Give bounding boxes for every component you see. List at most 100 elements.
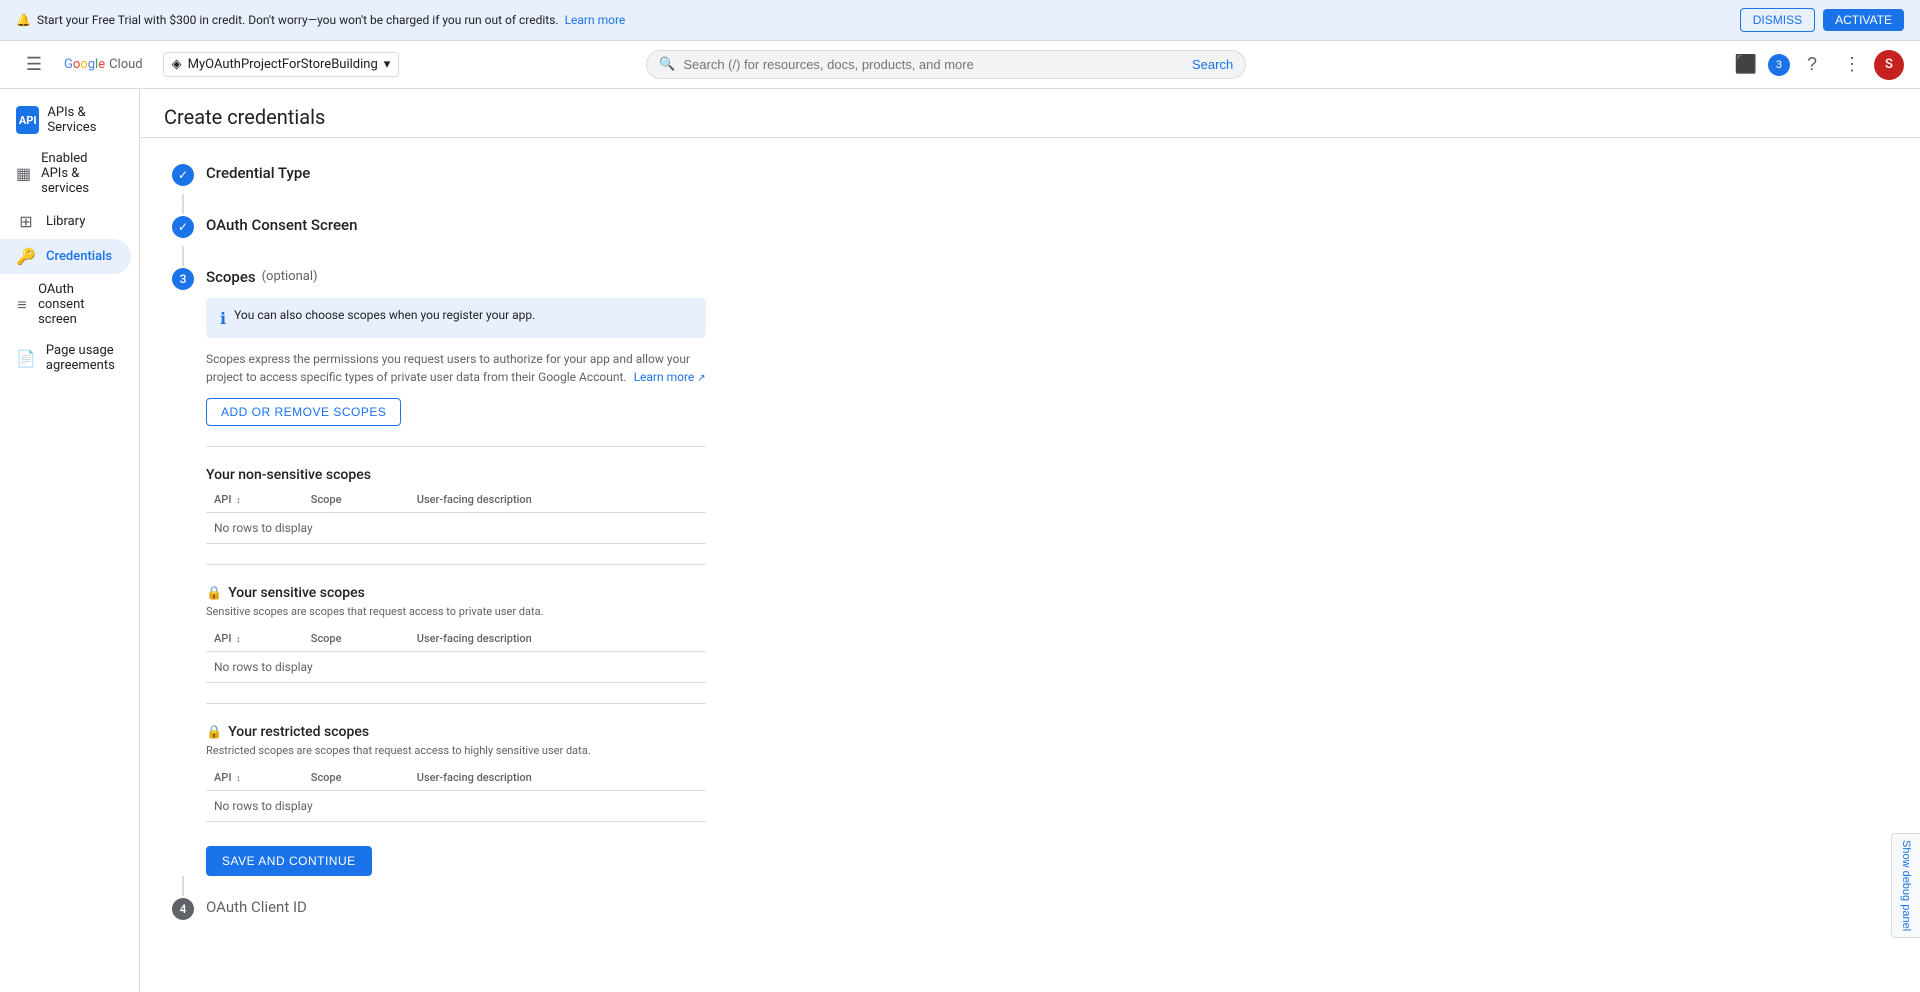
sidebar-item-library[interactable]: ⊞ Library [0,204,131,239]
activate-button[interactable]: ACTIVATE [1823,9,1904,31]
lock-icon-1: 🔒 [206,586,222,601]
step3-title: Scopes [206,268,256,286]
project-selector[interactable]: ◈ MyOAuthProjectForStoreBuilding ▾ [163,52,400,77]
app-layout: API APIs & Services ▦ Enabled APIs & ser… [0,89,1920,992]
col-scope-3: Scope [303,765,409,791]
sidebar-api-label: API APIs & Services [0,97,139,143]
scopes-description: Scopes express the permissions you reque… [206,350,706,386]
search-button-label: Search [1192,57,1233,72]
sensitive-description: Sensitive scopes are scopes that request… [206,605,706,618]
table-row-empty-2: No rows to display [206,652,706,683]
sidebar-item-label-enabled: Enabled APIs & services [41,151,115,196]
sort-api-icon-3[interactable]: ↕ [236,774,241,784]
table-row-empty-3: No rows to display [206,791,706,822]
table-row-empty: No rows to display [206,513,706,544]
no-rows-text-2: No rows to display [206,652,706,683]
more-options-button[interactable]: ⋮ [1834,47,1870,83]
save-continue-button[interactable]: SAVE AND CONTINUE [206,846,372,876]
step3-circle: 3 [172,268,194,290]
sidebar-item-credentials[interactable]: 🔑 Credentials [0,239,131,274]
search-bar: 🔍 Search [646,50,1246,79]
step4-circle: 4 [172,898,194,920]
library-icon: ⊞ [16,212,36,231]
top-banner: 🔔 Start your Free Trial with $300 in cre… [0,0,1920,41]
col-api-3: API ↕ [206,765,303,791]
debug-panel-toggle[interactable]: Show debug panel [1891,833,1920,938]
info-icon: ℹ [220,309,226,328]
notifications-badge[interactable]: 3 [1768,54,1790,76]
col-api-2: API ↕ [206,626,303,652]
sidebar-section-header: APIs & Services [47,105,123,135]
info-box-text: You can also choose scopes when you regi… [234,308,535,322]
sensitive-scopes-section: 🔒 Your sensitive scopes Sensitive scopes… [206,585,706,683]
sort-api-icon[interactable]: ↕ [236,496,241,506]
connector-1 [182,194,184,214]
page-title: Create credentials [164,105,1896,129]
hamburger-menu-button[interactable]: ☰ [16,47,52,83]
step-oauth-consent: ✓ OAuth Consent Screen [172,214,1888,238]
console-icon-button[interactable]: ⬛ [1728,47,1764,83]
step2-title: OAuth Consent Screen [206,216,357,234]
non-sensitive-table: API ↕ Scope User-facing description [206,487,706,544]
project-name: MyOAuthProjectForStoreBuilding [188,57,378,72]
step3-optional: (optional) [262,269,318,284]
search-icon: 🔍 [659,57,675,72]
api-icon: API [16,106,39,134]
help-button[interactable]: ? [1794,47,1830,83]
step-credential-type: ✓ Credential Type [172,162,1888,186]
main-content: Create credentials ✓ Credential Type ✓ O… [140,89,1920,992]
content-area: ✓ Credential Type ✓ OAuth Consent Screen… [140,138,1920,952]
sidebar-item-page-usage[interactable]: 📄 Page usage agreements [0,335,131,381]
add-remove-scopes-button[interactable]: ADD OR REMOVE SCOPES [206,398,401,426]
dismiss-button[interactable]: DISMISS [1740,8,1815,32]
step4-title: OAuth Client ID [206,898,307,916]
banner-learn-more-link[interactable]: Learn more [565,13,626,27]
col-user-facing-3: User-facing description [409,765,706,791]
sidebar-item-label-page-usage: Page usage agreements [46,343,115,373]
col-api: API ↕ [206,487,303,513]
sort-api-icon-2[interactable]: ↕ [236,635,241,645]
page-header: Create credentials [140,89,1920,138]
sidebar: API APIs & Services ▦ Enabled APIs & ser… [0,89,140,992]
search-button[interactable]: Search [1192,57,1233,72]
restricted-description: Restricted scopes are scopes that reques… [206,744,706,757]
step1-title: Credential Type [206,164,310,182]
learn-more-link[interactable]: Learn more [634,370,695,384]
step2-circle: ✓ [172,216,194,238]
save-continue-container: SAVE AND CONTINUE [206,846,1888,876]
top-nav: ☰ Google Cloud ◈ MyOAuthProjectForStoreB… [0,41,1920,89]
col-scope-2: Scope [303,626,409,652]
sidebar-item-label-credentials: Credentials [46,249,112,264]
lock-icon-2: 🔒 [206,725,222,740]
connector-2 [182,246,184,266]
restricted-table: API ↕ Scope User-facing description [206,765,706,822]
page-usage-icon: 📄 [16,349,36,368]
google-cloud-logo[interactable]: Google Cloud [64,57,143,72]
restricted-title: 🔒 Your restricted scopes [206,724,706,740]
scopes-content: ℹ You can also choose scopes when you re… [206,298,1888,876]
sidebar-item-oauth[interactable]: ≡ OAuth consent screen [0,274,131,335]
enabled-icon: ▦ [16,164,31,183]
credentials-icon: 🔑 [16,247,36,266]
sidebar-item-label-library: Library [46,214,85,229]
connector-3 [182,876,184,896]
oauth-icon: ≡ [16,295,28,315]
col-user-facing: User-facing description [409,487,706,513]
sensitive-table: API ↕ Scope User-facing description [206,626,706,683]
step1-circle: ✓ [172,164,194,186]
divider-2 [206,564,706,565]
external-link-icon: ↗ [697,373,705,384]
nav-icons: ⬛ 3 ? ⋮ S [1728,47,1904,83]
banner-actions: DISMISS ACTIVATE [1740,8,1904,32]
banner-text: Start your Free Trial with $300 in credi… [37,13,559,27]
search-input[interactable] [683,57,1184,72]
divider-1 [206,446,706,447]
restricted-scopes-section: 🔒 Your restricted scopes Restricted scop… [206,724,706,822]
google-logo-text: Google [64,57,105,72]
sensitive-title: 🔒 Your sensitive scopes [206,585,706,601]
col-user-facing-2: User-facing description [409,626,706,652]
col-scope: Scope [303,487,409,513]
sidebar-item-enabled[interactable]: ▦ Enabled APIs & services [0,143,131,204]
avatar[interactable]: S [1874,50,1904,80]
divider-3 [206,703,706,704]
